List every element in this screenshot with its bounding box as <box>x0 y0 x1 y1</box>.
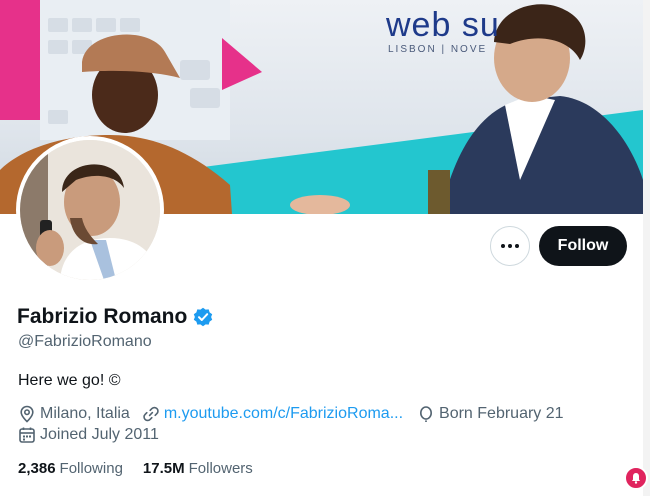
joined-row: Joined July 2011 <box>18 426 159 444</box>
website-item[interactable]: m.youtube.com/c/FabrizioRoma... <box>142 405 403 423</box>
verified-badge-icon <box>194 307 213 327</box>
profile-meta: Milano, Italia m.youtube.com/c/FabrizioR… <box>18 405 564 423</box>
location-text: Milano, Italia <box>40 405 130 422</box>
notification-badge[interactable] <box>624 466 648 490</box>
location-item: Milano, Italia <box>18 405 130 423</box>
profile-avatar[interactable] <box>16 136 164 284</box>
link-icon <box>143 406 159 422</box>
display-name: Fabrizio Romano <box>17 305 188 328</box>
joined-text: Joined July 2011 <box>40 426 159 443</box>
calendar-icon <box>19 427 35 443</box>
followers-link[interactable]: 17.5M Followers <box>143 460 253 477</box>
joined-item: Joined July 2011 <box>18 426 159 444</box>
birthday-item: Born February 21 <box>417 405 564 423</box>
followers-label: Followers <box>188 460 253 477</box>
website-link[interactable]: m.youtube.com/c/FabrizioRoma... <box>164 405 403 423</box>
follow-counts: 2,386 Following 17.5M Followers <box>18 460 253 477</box>
birthday-icon <box>420 406 433 422</box>
banner-sign-text: web su <box>386 6 500 44</box>
banner-sign-subtext: LISBON | NOVE <box>388 44 488 55</box>
followers-count: 17.5M <box>142 460 185 477</box>
following-count: 2,386 <box>18 460 56 477</box>
notification-icon <box>632 473 640 484</box>
profile-bio: Here we go! © <box>18 372 121 389</box>
following-link[interactable]: 2,386 Following <box>18 460 123 477</box>
birthday-text: Born February 21 <box>439 405 564 422</box>
more-icon <box>501 244 519 248</box>
window-edge <box>643 0 650 496</box>
name-row: Fabrizio Romano <box>17 305 213 329</box>
follow-button[interactable]: Follow <box>539 226 627 266</box>
following-label: Following <box>59 460 123 477</box>
username-handle: @FabrizioRomano <box>18 333 152 350</box>
avatar-image <box>20 140 160 280</box>
location-icon <box>20 405 34 423</box>
more-options-button[interactable] <box>490 226 530 266</box>
